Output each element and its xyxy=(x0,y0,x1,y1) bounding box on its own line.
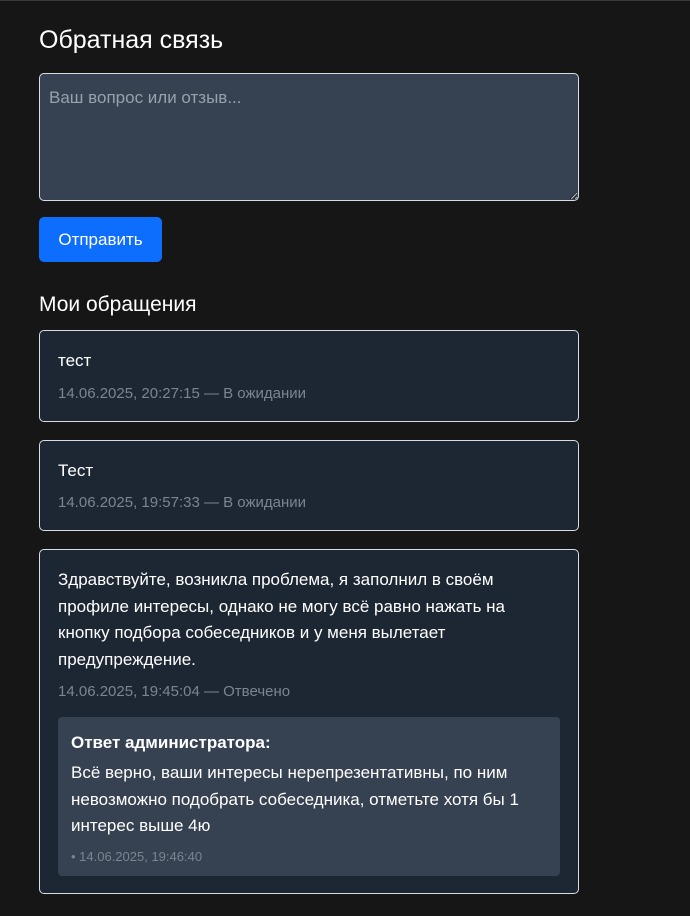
ticket-meta: 14.06.2025, 20:27:15 — В ожидании xyxy=(58,384,307,402)
submit-button[interactable]: Отправить xyxy=(39,217,162,262)
feedback-input[interactable] xyxy=(39,73,579,201)
ticket-meta: 14.06.2025, 19:45:04 — Отвечено xyxy=(58,683,291,700)
ticket-text: тест xyxy=(58,351,92,370)
ticket-meta: 14.06.2025, 19:57:33 — В ожидании xyxy=(58,494,307,511)
admin-reply-meta: • 14.06.2025, 19:46:40 xyxy=(71,848,203,864)
my-tickets-title: Мои обращения xyxy=(39,293,197,316)
ticket-card: Здравствуйте, возникла проблема, я запол… xyxy=(39,549,579,894)
admin-reply-title: Ответ администратора: xyxy=(71,733,271,752)
ticket-text: Здравствуйте, возникла проблема, я запол… xyxy=(58,570,506,669)
ticket-list: тест 14.06.2025, 20:27:15 — В ожидании Т… xyxy=(39,330,579,912)
top-border xyxy=(0,0,690,1)
admin-reply-text: Всё верно, ваши интересы нерепрезентатив… xyxy=(71,763,519,835)
ticket-text: Тест xyxy=(58,460,94,480)
ticket-card: тест 14.06.2025, 20:27:15 — В ожидании xyxy=(39,330,579,422)
admin-reply: Ответ администратора: Всё верно, ваши ин… xyxy=(58,717,560,876)
page-title: Обратная связь xyxy=(39,26,224,54)
ticket-card: Тест 14.06.2025, 19:57:33 — В ожидании xyxy=(39,439,579,531)
